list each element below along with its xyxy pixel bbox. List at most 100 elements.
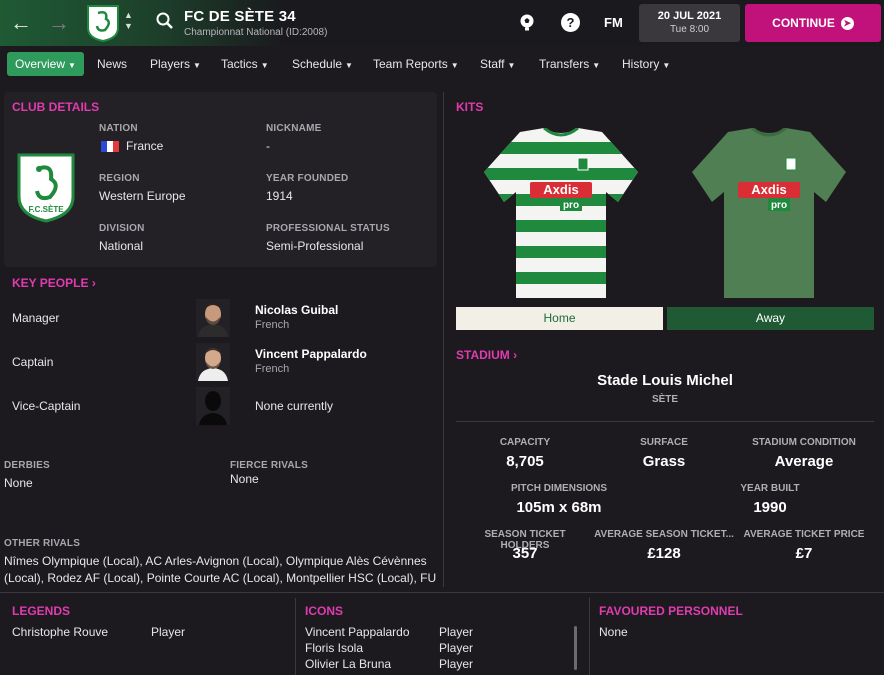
tab-transfers[interactable]: Transfers ▼ (539, 52, 600, 76)
icon-role-1: Player (439, 625, 474, 639)
other-rivals-line-2[interactable]: (Local), Rodez AF (Local), Pointe Courte… (4, 571, 436, 585)
away-sponsor-text-2: pro (771, 200, 787, 211)
division-value[interactable]: National (99, 239, 143, 253)
away-kit-shirt[interactable]: Axdis pro (690, 128, 848, 300)
legend-name[interactable]: Christophe Rouve (12, 625, 108, 639)
continue-arrow-icon: ➤ (840, 16, 854, 30)
vice-captain-name: None currently (255, 399, 334, 413)
fierce-rivals-label: FIERCE RIVALS (230, 460, 308, 471)
back-arrow-icon[interactable]: ← (10, 10, 32, 36)
built-label: YEAR BUILT (740, 483, 800, 494)
key-people-link[interactable]: KEY PEOPLE › (12, 276, 96, 290)
captain-name[interactable]: Vincent Pappalardo (255, 347, 367, 361)
chevron-down-icon: ▼ (662, 61, 671, 70)
derbies-value: None (4, 476, 33, 490)
continue-label: CONTINUE (772, 16, 835, 30)
chevron-down-icon: ▼ (345, 61, 353, 70)
club-title: FC DE SÈTE 34 (184, 8, 296, 25)
club-switch-icon[interactable]: ▲ ▼ (124, 10, 133, 32)
current-date: 20 JUL 2021 (657, 10, 722, 22)
icon-name-1[interactable]: Vincent Pappalardo (305, 625, 410, 639)
division-label: DIVISION (99, 223, 145, 234)
captain-nationality: French (255, 363, 290, 375)
bottom-divider (0, 592, 884, 593)
stadium-link[interactable]: STADIUM › (456, 348, 517, 362)
tab-label: Schedule (292, 57, 343, 71)
tab-history[interactable]: History ▼ (622, 52, 670, 76)
away-kit-button[interactable]: Away (667, 307, 874, 330)
tab-tactics[interactable]: Tactics ▼ (221, 52, 269, 76)
continue-button[interactable]: CONTINUE ➤ (745, 4, 881, 42)
date-display[interactable]: 20 JUL 2021 Tue 8:00 (639, 4, 740, 42)
chevron-down-icon: ▼ (193, 61, 201, 70)
bottom-divider-1 (295, 598, 296, 675)
tab-news[interactable]: News (97, 52, 127, 76)
chevron-right-icon: › (91, 276, 96, 290)
search-icon[interactable] (156, 12, 174, 30)
tab-label: Team Reports (373, 57, 448, 71)
tab-schedule[interactable]: Schedule ▼ (292, 52, 353, 76)
chevron-down-icon: ▼ (260, 61, 269, 70)
surface-label: SURFACE (640, 437, 688, 448)
fierce-rivals-value: None (230, 472, 259, 486)
legends-title: LEGENDS (12, 604, 71, 618)
chevron-right-icon: › (513, 348, 518, 362)
other-rivals-label: OTHER RIVALS (4, 538, 81, 549)
condition-value: Average (774, 453, 834, 470)
status-value: Semi-Professional (266, 239, 364, 253)
nation-value[interactable]: France (126, 139, 163, 153)
manager-nationality: French (255, 319, 290, 331)
tab-staff[interactable]: Staff ▼ (480, 52, 515, 76)
region-label: REGION (99, 173, 140, 184)
tab-label: Transfers (539, 57, 590, 71)
football-icon[interactable] (518, 13, 536, 31)
tab-label: Overview (15, 57, 66, 71)
club-crest-large: F.C.SÈTE (17, 153, 75, 223)
nickname-value: - (266, 139, 270, 153)
other-rivals-line-1[interactable]: Nîmes Olympique (Local), AC Arles-Avigno… (4, 554, 436, 568)
home-kit-button[interactable]: Home (456, 307, 663, 330)
favoured-title: FAVOURED PERSONNEL (599, 604, 743, 618)
crest-text: F.C.SÈTE (28, 205, 64, 214)
chevron-down-icon: ▼ (507, 61, 516, 70)
key-people-title: KEY PEOPLE (12, 276, 89, 290)
captain-avatar[interactable] (196, 343, 230, 381)
icon-name-2[interactable]: Floris Isola (305, 641, 363, 655)
avg-ticket-label: AVERAGE TICKET PRICE (743, 529, 865, 540)
home-sponsor-text-2: pro (563, 200, 579, 211)
manager-avatar[interactable] (196, 299, 230, 337)
home-sponsor-text: Axdis (543, 182, 578, 197)
avg-ticket-value: £7 (795, 545, 813, 562)
fm-logo[interactable]: FM (604, 15, 623, 30)
bottom-divider-2 (589, 598, 590, 675)
icon-role-3: Player (439, 657, 474, 671)
nation-label: NATION (99, 123, 138, 134)
tab-label: History (622, 57, 660, 71)
tab-overview[interactable]: Overview ▼ (7, 52, 84, 76)
pitch-value: 105m x 68m (516, 499, 602, 516)
condition-label: STADIUM CONDITION (752, 437, 856, 448)
icons-title: ICONS (305, 604, 344, 618)
derbies-label: DERBIES (4, 460, 50, 471)
forward-arrow-icon[interactable]: → (48, 10, 70, 36)
help-icon[interactable]: ? (561, 13, 580, 32)
stadium-divider (456, 421, 874, 422)
region-value: Western Europe (99, 189, 186, 203)
manager-name[interactable]: Nicolas Guibal (255, 303, 338, 317)
tab-players[interactable]: Players ▼ (150, 52, 201, 76)
club-crest-icon[interactable] (86, 4, 120, 42)
kits-title: KITS (456, 100, 484, 114)
legend-role: Player (151, 625, 186, 639)
tab-label: News (97, 57, 128, 71)
avg-season-ticket-label: AVERAGE SEASON TICKET... (594, 529, 734, 540)
tab-team-reports[interactable]: Team Reports ▼ (373, 52, 459, 76)
icon-name-3[interactable]: Olivier La Bruna (305, 657, 391, 671)
founded-label: YEAR FOUNDED (266, 173, 349, 184)
stadium-name[interactable]: Stade Louis Michel (456, 372, 874, 389)
home-kit-shirt[interactable]: Axdis pro (482, 128, 640, 300)
icons-scrollbar[interactable] (574, 626, 577, 670)
stadium-city: SÈTE (651, 394, 679, 405)
current-time: Tue 8:00 (669, 24, 710, 35)
season-ticket-value: 357 (512, 545, 538, 562)
club-competition: Championnat National (ID:2008) (184, 27, 328, 38)
